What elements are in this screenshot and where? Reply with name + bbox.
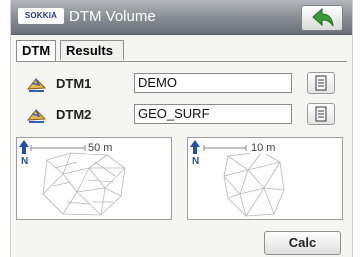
preview2-scale-label: 10 m bbox=[250, 142, 277, 154]
back-arrow-icon bbox=[312, 7, 334, 27]
dtm1-label: DTM1 bbox=[56, 76, 92, 91]
tab-divider bbox=[16, 61, 347, 62]
back-button[interactable] bbox=[301, 5, 343, 31]
dtm1-select-button[interactable] bbox=[307, 72, 335, 94]
dtm-volume-window: SOKKIA DTM Volume DTM Results DTM1 DEMO bbox=[10, 0, 353, 257]
sokkia-logo: SOKKIA bbox=[18, 8, 64, 24]
tab-dtm[interactable]: DTM bbox=[16, 40, 56, 62]
calc-button[interactable]: Calc bbox=[264, 231, 341, 255]
north-label-1: N bbox=[21, 156, 28, 167]
dtm2-field[interactable]: GEO_SURF bbox=[134, 104, 292, 124]
dtm-surface-icon bbox=[26, 105, 48, 125]
dtm1-field[interactable]: DEMO bbox=[134, 73, 292, 93]
dtm2-preview: N 10 m bbox=[187, 137, 343, 220]
file-list-icon bbox=[315, 106, 327, 122]
north-arrow-icon bbox=[19, 140, 29, 154]
file-list-icon bbox=[315, 75, 327, 91]
dtm2-select-button[interactable] bbox=[307, 103, 335, 125]
north-arrow-icon bbox=[190, 140, 200, 154]
dtm-surface-icon bbox=[26, 74, 48, 94]
window-title: DTM Volume bbox=[69, 8, 156, 25]
north-label-2: N bbox=[192, 156, 199, 167]
tab-results[interactable]: Results bbox=[60, 40, 124, 60]
dtm1-preview: N 50 m bbox=[16, 137, 172, 220]
preview1-scale-label: 50 m bbox=[87, 142, 114, 154]
dtm2-label: DTM2 bbox=[56, 107, 92, 122]
title-bar: SOKKIA DTM Volume bbox=[11, 0, 352, 35]
